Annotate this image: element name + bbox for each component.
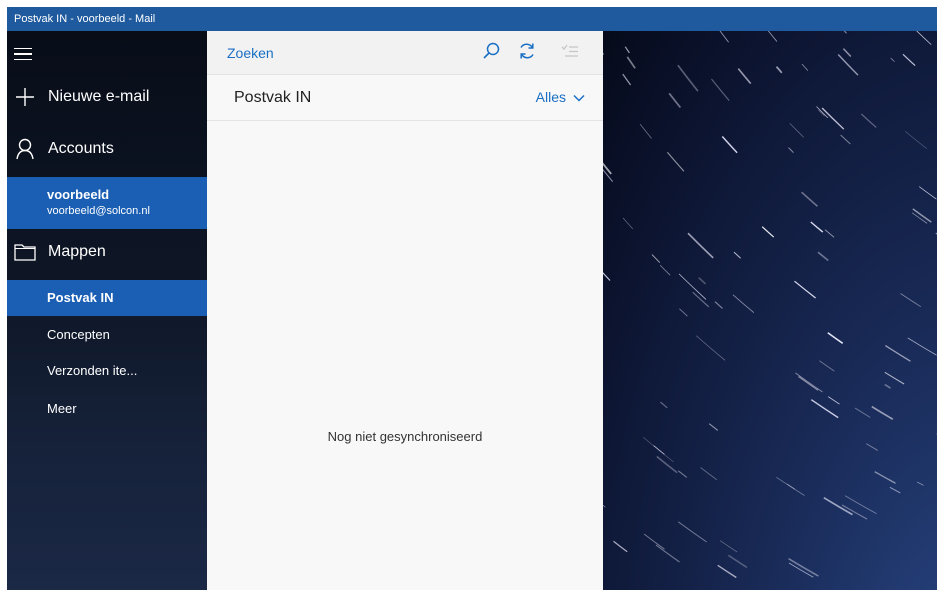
search-icon	[481, 41, 501, 66]
window-titlebar: Postvak IN - voorbeeld - Mail	[7, 7, 937, 31]
hamburger-menu-button[interactable]	[7, 39, 207, 69]
sync-button[interactable]	[513, 39, 541, 67]
accounts-button[interactable]: Accounts	[7, 131, 207, 167]
account-item-voorbeeld[interactable]: voorbeeld voorbeeld@solcon.nl	[7, 177, 207, 229]
plus-icon	[14, 86, 36, 108]
folder-title: Postvak IN	[234, 89, 312, 106]
account-email: voorbeeld@solcon.nl	[47, 205, 150, 217]
chevron-down-icon	[573, 89, 585, 105]
navigation-pane: Nieuwe e-mail Accounts voorbeeld voorbee…	[7, 31, 207, 590]
mail-window: Postvak IN - voorbeeld - Mail Nieuwe e-m…	[7, 7, 937, 590]
search-button[interactable]	[477, 39, 505, 67]
folders-label: Mappen	[48, 243, 106, 260]
message-list-pane: Postvak IN Alles Nog niet gesynchronisee…	[207, 31, 603, 590]
selection-mode-button[interactable]	[556, 39, 584, 67]
search-bar	[207, 31, 603, 75]
selection-mode-icon	[561, 42, 579, 65]
filter-dropdown[interactable]: Alles	[536, 89, 585, 105]
folder-item-meer[interactable]: Meer	[7, 391, 207, 427]
accounts-label: Accounts	[48, 140, 114, 157]
folder-item-postvak-in[interactable]: Postvak IN	[7, 280, 207, 316]
reading-pane-background	[603, 31, 937, 590]
new-mail-button[interactable]: Nieuwe e-mail	[7, 79, 207, 115]
account-name: voorbeeld	[47, 187, 110, 202]
filter-label: Alles	[535, 89, 566, 105]
empty-state-message: Nog niet gesynchroniseerd	[327, 429, 483, 444]
folder-item-concepten[interactable]: Concepten	[7, 317, 207, 353]
new-mail-label: Nieuwe e-mail	[48, 88, 150, 105]
person-icon	[14, 138, 36, 160]
folder-icon	[14, 241, 36, 263]
folder-item-verzonden-items[interactable]: Verzonden ite...	[7, 353, 207, 389]
window-title: Postvak IN - voorbeeld - Mail	[14, 13, 156, 25]
folders-button[interactable]: Mappen	[7, 234, 207, 270]
list-header: Postvak IN Alles	[207, 75, 603, 121]
star-trails-image	[603, 31, 937, 579]
search-input[interactable]	[227, 43, 447, 63]
sync-icon	[517, 41, 537, 66]
hamburger-menu-icon	[14, 47, 32, 61]
